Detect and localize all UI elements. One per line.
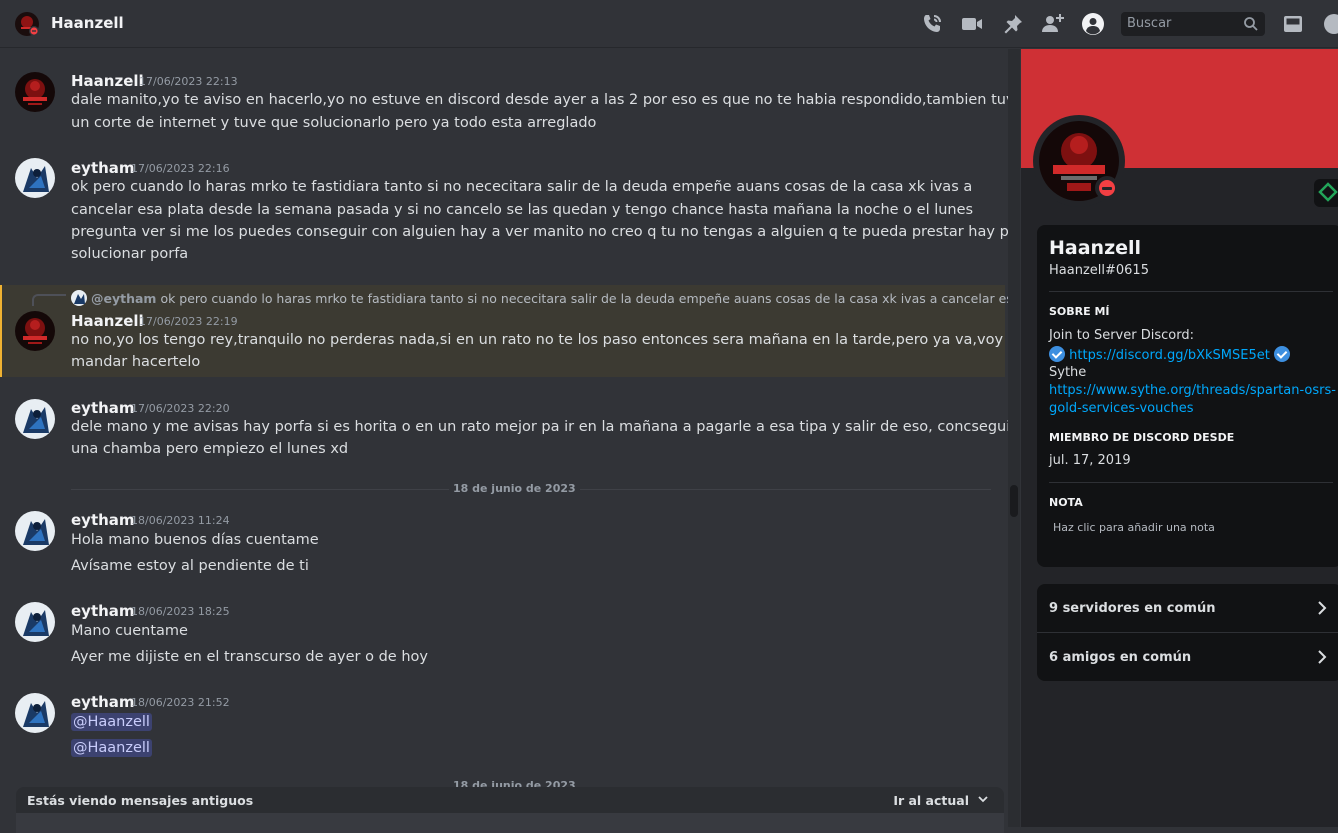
add-friend-icon[interactable]: [1041, 12, 1065, 36]
chevron-down-icon[interactable]: [976, 792, 990, 806]
mutual-servers-label: 9 servidores en común: [1049, 601, 1216, 616]
avatar[interactable]: [15, 602, 55, 642]
inbox-icon[interactable]: [1281, 12, 1305, 36]
profile-tag[interactable]: Haanzell#0615: [1049, 263, 1149, 278]
message-timestamp: 17/06/2023 22:13: [139, 75, 238, 88]
avatar[interactable]: [15, 693, 55, 733]
message-text: @Haanzell: [71, 713, 152, 731]
about-text: Sythe: [1049, 365, 1087, 380]
user-mention[interactable]: @Haanzell: [71, 713, 152, 731]
old-messages-label: Estás viendo mensajes antiguos: [27, 793, 254, 808]
channel-title: Haanzell: [51, 14, 124, 32]
message-author[interactable]: eytham: [71, 602, 135, 620]
profile-username: Haanzell: [1049, 237, 1142, 259]
reply-author[interactable]: @eytham: [91, 291, 156, 306]
header-avatar[interactable]: [15, 12, 39, 36]
member-since-date: jul. 17, 2019: [1049, 453, 1131, 468]
divider: [1049, 482, 1333, 483]
message-list[interactable]: Haanzell 17/06/2023 22:13 dale manito,yo…: [0, 49, 1008, 827]
profile-info-card: Haanzell Haanzell#0615 SOBRE MÍ Join to …: [1037, 225, 1338, 567]
message-text: @Haanzell: [71, 739, 152, 757]
message-text: un corte de internet y tuve que solucion…: [71, 115, 597, 131]
pin-icon[interactable]: [1001, 12, 1025, 36]
message-timestamp: 17/06/2023 22:16: [131, 162, 230, 175]
message-timestamp: 18/06/2023 11:24: [131, 514, 230, 527]
jump-to-present-button[interactable]: Ir al actual: [893, 793, 969, 808]
discord-invite-link[interactable]: https://discord.gg/bXkSMSE5et: [1049, 346, 1290, 363]
member-since-heading: MIEMBRO DE DISCORD DESDE: [1049, 431, 1235, 444]
message-timestamp: 17/06/2023 22:20: [131, 402, 230, 415]
message-text: Ayer me dijiste en el transcurso de ayer…: [71, 649, 428, 665]
avatar[interactable]: [15, 158, 55, 198]
user-profile-icon[interactable]: [1081, 12, 1105, 36]
message-text: una chamba pero empiezo el lunes xd: [71, 441, 349, 457]
message-text: cancelar esa plata desde la semana pasad…: [71, 202, 974, 218]
message-author[interactable]: eytham: [71, 399, 135, 417]
search-input[interactable]: Buscar: [1121, 12, 1265, 36]
message-timestamp: 18/06/2023 18:25: [131, 605, 230, 618]
avatar[interactable]: [15, 511, 55, 551]
date-divider-label: 18 de junio de 2023: [449, 482, 580, 495]
message-author[interactable]: eytham: [71, 159, 135, 177]
message-text: ok pero cuando lo haras mrko te fastidia…: [71, 179, 973, 195]
message-author[interactable]: eytham: [71, 511, 135, 529]
phone-call-icon[interactable]: [920, 12, 944, 36]
divider: [1049, 291, 1333, 292]
message-text: Hola mano buenos días cuentame: [71, 532, 319, 548]
message-text: Mano cuentame: [71, 623, 188, 639]
old-messages-bar: Estás viendo mensajes antiguos Ir al act…: [16, 787, 1004, 813]
user-profile-panel: Haanzell Haanzell#0615 SOBRE MÍ Join to …: [1021, 49, 1338, 827]
video-call-icon[interactable]: [960, 12, 984, 36]
help-icon[interactable]: [1322, 12, 1338, 36]
verified-icon: [1049, 346, 1065, 362]
sythe-link[interactable]: gold-services-vouches: [1049, 401, 1194, 416]
search-placeholder: Buscar: [1127, 16, 1172, 31]
note-heading: NOTA: [1049, 496, 1083, 509]
status-dnd-icon: [1095, 176, 1119, 200]
reply-avatar: [71, 290, 87, 306]
user-mention[interactable]: @Haanzell: [71, 739, 152, 757]
message-text: no no,yo los tengo rey,tranquilo no perd…: [71, 332, 1008, 348]
message-timestamp: 17/06/2023 22:19: [139, 315, 238, 328]
about-me-heading: SOBRE MÍ: [1049, 305, 1110, 318]
avatar[interactable]: [15, 311, 55, 351]
scrollbar-thumb[interactable]: [1010, 485, 1018, 517]
note-input[interactable]: Haz clic para añadir una nota: [1053, 521, 1215, 534]
mutual-friends-label: 6 amigos en común: [1049, 650, 1192, 665]
message-composer[interactable]: [16, 813, 1004, 833]
reply-connector: [32, 294, 66, 306]
message-text: dale manito,yo te aviso en hacerlo,yo no…: [71, 92, 1008, 108]
message-author[interactable]: Haanzell: [71, 312, 144, 330]
verified-icon: [1274, 346, 1290, 362]
search-icon: [1244, 17, 1258, 31]
mutuals-card: 9 servidores en común 6 amigos en común: [1037, 584, 1338, 681]
sythe-link[interactable]: https://www.sythe.org/threads/spartan-os…: [1049, 383, 1336, 398]
mutual-servers-row[interactable]: 9 servidores en común: [1037, 584, 1338, 632]
message-author[interactable]: Haanzell: [71, 72, 144, 90]
message-text: dele mano y me avisas hay porfa si es ho…: [71, 419, 1008, 435]
message-timestamp: 18/06/2023 21:52: [131, 696, 230, 709]
about-text: Join to Server Discord:: [1049, 328, 1194, 343]
nitro-badge-icon[interactable]: [1314, 179, 1338, 207]
message-text: mandar hacertelo: [71, 354, 201, 370]
chevron-right-icon: [1318, 650, 1327, 664]
reply-text: ok pero cuando lo haras mrko te fastidia…: [160, 291, 1008, 306]
message-text: Avísame estoy al pendiente de ti: [71, 558, 309, 574]
avatar[interactable]: [15, 72, 55, 112]
chevron-right-icon: [1318, 601, 1327, 615]
message-author[interactable]: eytham: [71, 693, 135, 711]
reply-preview[interactable]: @eytham ok pero cuando lo haras mrko te …: [71, 290, 1008, 306]
mutual-friends-row[interactable]: 6 amigos en común: [1037, 633, 1338, 681]
message-text: solucionar porfa: [71, 246, 189, 262]
message-text: pregunta ver si me los puedes conseguir …: [71, 224, 1008, 240]
scrollbar[interactable]: [1008, 49, 1020, 827]
avatar[interactable]: [15, 399, 55, 439]
channel-header: Haanzell Buscar: [0, 0, 1338, 48]
